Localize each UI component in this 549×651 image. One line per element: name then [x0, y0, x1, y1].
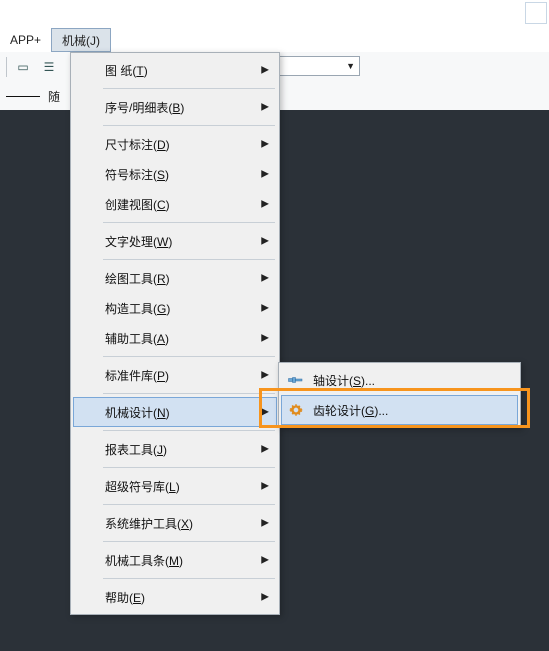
menu-item-label: 辅助工具(A): [105, 330, 169, 347]
submenu-arrow-icon: ▶: [261, 169, 269, 180]
menu-item-label: 机械工具条(M): [105, 552, 183, 569]
submenu-arrow-icon: ▶: [261, 481, 269, 492]
submenu-item-label: 齿轮设计(G)...: [313, 402, 388, 419]
shaft-icon: [287, 372, 303, 388]
submenu-arrow-icon: ▶: [261, 303, 269, 314]
submenu-arrow-icon: ▶: [261, 199, 269, 210]
menu-item[interactable]: 尺寸标注(D) ▶: [73, 129, 277, 159]
mechanical-dropdown-menu: 图 纸(T)▶序号/明细表(B)▶尺寸标注(D)▶符号标注(S)▶创建视图(C)…: [70, 52, 280, 615]
submenu-arrow-icon: ▶: [261, 102, 269, 113]
submenu-arrow-icon: ▶: [261, 236, 269, 247]
menu-item[interactable]: 机械工具条(M) ▶: [73, 545, 277, 575]
menu-separator: [103, 88, 275, 89]
menu-separator: [103, 541, 275, 542]
menu-item[interactable]: 符号标注(S) ▶: [73, 159, 277, 189]
submenu-item[interactable]: 轴设计(S)...: [281, 365, 518, 395]
menu-separator: [103, 467, 275, 468]
menu-item-label: 图 纸(T): [105, 62, 148, 79]
corner-icon: [525, 2, 547, 24]
menu-item-label: 创建视图(C): [105, 196, 170, 213]
menu-item-label: 超级符号库(L): [105, 478, 180, 495]
menu-mechanical-label: 机械(J): [62, 32, 100, 49]
gear-icon: [288, 402, 304, 418]
mechanical-design-submenu: 轴设计(S)... 齿轮设计(G)...: [278, 362, 521, 428]
menu-item-label: 绘图工具(R): [105, 270, 170, 287]
submenu-arrow-icon: ▶: [261, 333, 269, 344]
submenu-arrow-icon: ▶: [261, 555, 269, 566]
submenu-arrow-icon: ▶: [261, 518, 269, 529]
menu-separator: [103, 125, 275, 126]
menu-item-label: 构造工具(G): [105, 300, 170, 317]
menu-item-label: 系统维护工具(X): [105, 515, 193, 532]
menu-item-label: 序号/明细表(B): [105, 99, 184, 116]
menu-item[interactable]: 帮助(E) ▶: [73, 582, 277, 612]
line-style-sample: [6, 96, 40, 97]
menu-item-label: 帮助(E): [105, 589, 145, 606]
menu-item-label: 标准件库(P): [105, 367, 169, 384]
menu-item[interactable]: 机械设计(N) ▶: [73, 397, 277, 427]
menu-separator: [103, 578, 275, 579]
menu-item[interactable]: 报表工具(J) ▶: [73, 434, 277, 464]
menu-separator: [103, 259, 275, 260]
menu-separator: [103, 356, 275, 357]
menu-item[interactable]: 绘图工具(R) ▶: [73, 263, 277, 293]
menu-item[interactable]: 构造工具(G) ▶: [73, 293, 277, 323]
toolbar-button-2[interactable]: ☰: [39, 57, 59, 77]
submenu-item[interactable]: 齿轮设计(G)...: [281, 395, 518, 425]
submenu-arrow-icon: ▶: [261, 407, 269, 418]
menu-app-plus[interactable]: APP+: [0, 28, 51, 52]
submenu-arrow-icon: ▶: [261, 592, 269, 603]
submenu-arrow-icon: ▶: [261, 370, 269, 381]
submenu-arrow-icon: ▶: [261, 65, 269, 76]
menu-item[interactable]: 创建视图(C) ▶: [73, 189, 277, 219]
toolbar-separator: [6, 57, 7, 77]
menu-separator: [103, 430, 275, 431]
submenu-arrow-icon: ▶: [261, 273, 269, 284]
menu-separator: [103, 222, 275, 223]
title-strip: [0, 0, 549, 29]
menu-item[interactable]: 系统维护工具(X) ▶: [73, 508, 277, 538]
menu-item-label: 尺寸标注(D): [105, 136, 170, 153]
menu-separator: [103, 504, 275, 505]
menu-separator: [103, 393, 275, 394]
menu-item[interactable]: 标准件库(P) ▶: [73, 360, 277, 390]
menu-item[interactable]: 辅助工具(A) ▶: [73, 323, 277, 353]
menu-item-label: 报表工具(J): [105, 441, 167, 458]
menubar: APP+ 机械(J): [0, 28, 549, 53]
menu-item[interactable]: 序号/明细表(B) ▶: [73, 92, 277, 122]
submenu-item-label: 轴设计(S)...: [313, 372, 375, 389]
menu-item-label: 文字处理(W): [105, 233, 172, 250]
menu-item[interactable]: 图 纸(T) ▶: [73, 55, 277, 85]
linestyle-label: 随: [48, 88, 60, 105]
menu-item-label: 机械设计(N): [105, 404, 170, 421]
menu-item-label: 符号标注(S): [105, 166, 169, 183]
menu-item[interactable]: 超级符号库(L) ▶: [73, 471, 277, 501]
menu-item[interactable]: 文字处理(W) ▶: [73, 226, 277, 256]
menu-app-plus-label: APP+: [10, 33, 41, 47]
submenu-arrow-icon: ▶: [261, 139, 269, 150]
chevron-down-icon: ▼: [346, 61, 355, 71]
submenu-arrow-icon: ▶: [261, 444, 269, 455]
toolbar-button[interactable]: ▭: [13, 57, 33, 77]
menu-mechanical[interactable]: 机械(J): [51, 28, 111, 52]
